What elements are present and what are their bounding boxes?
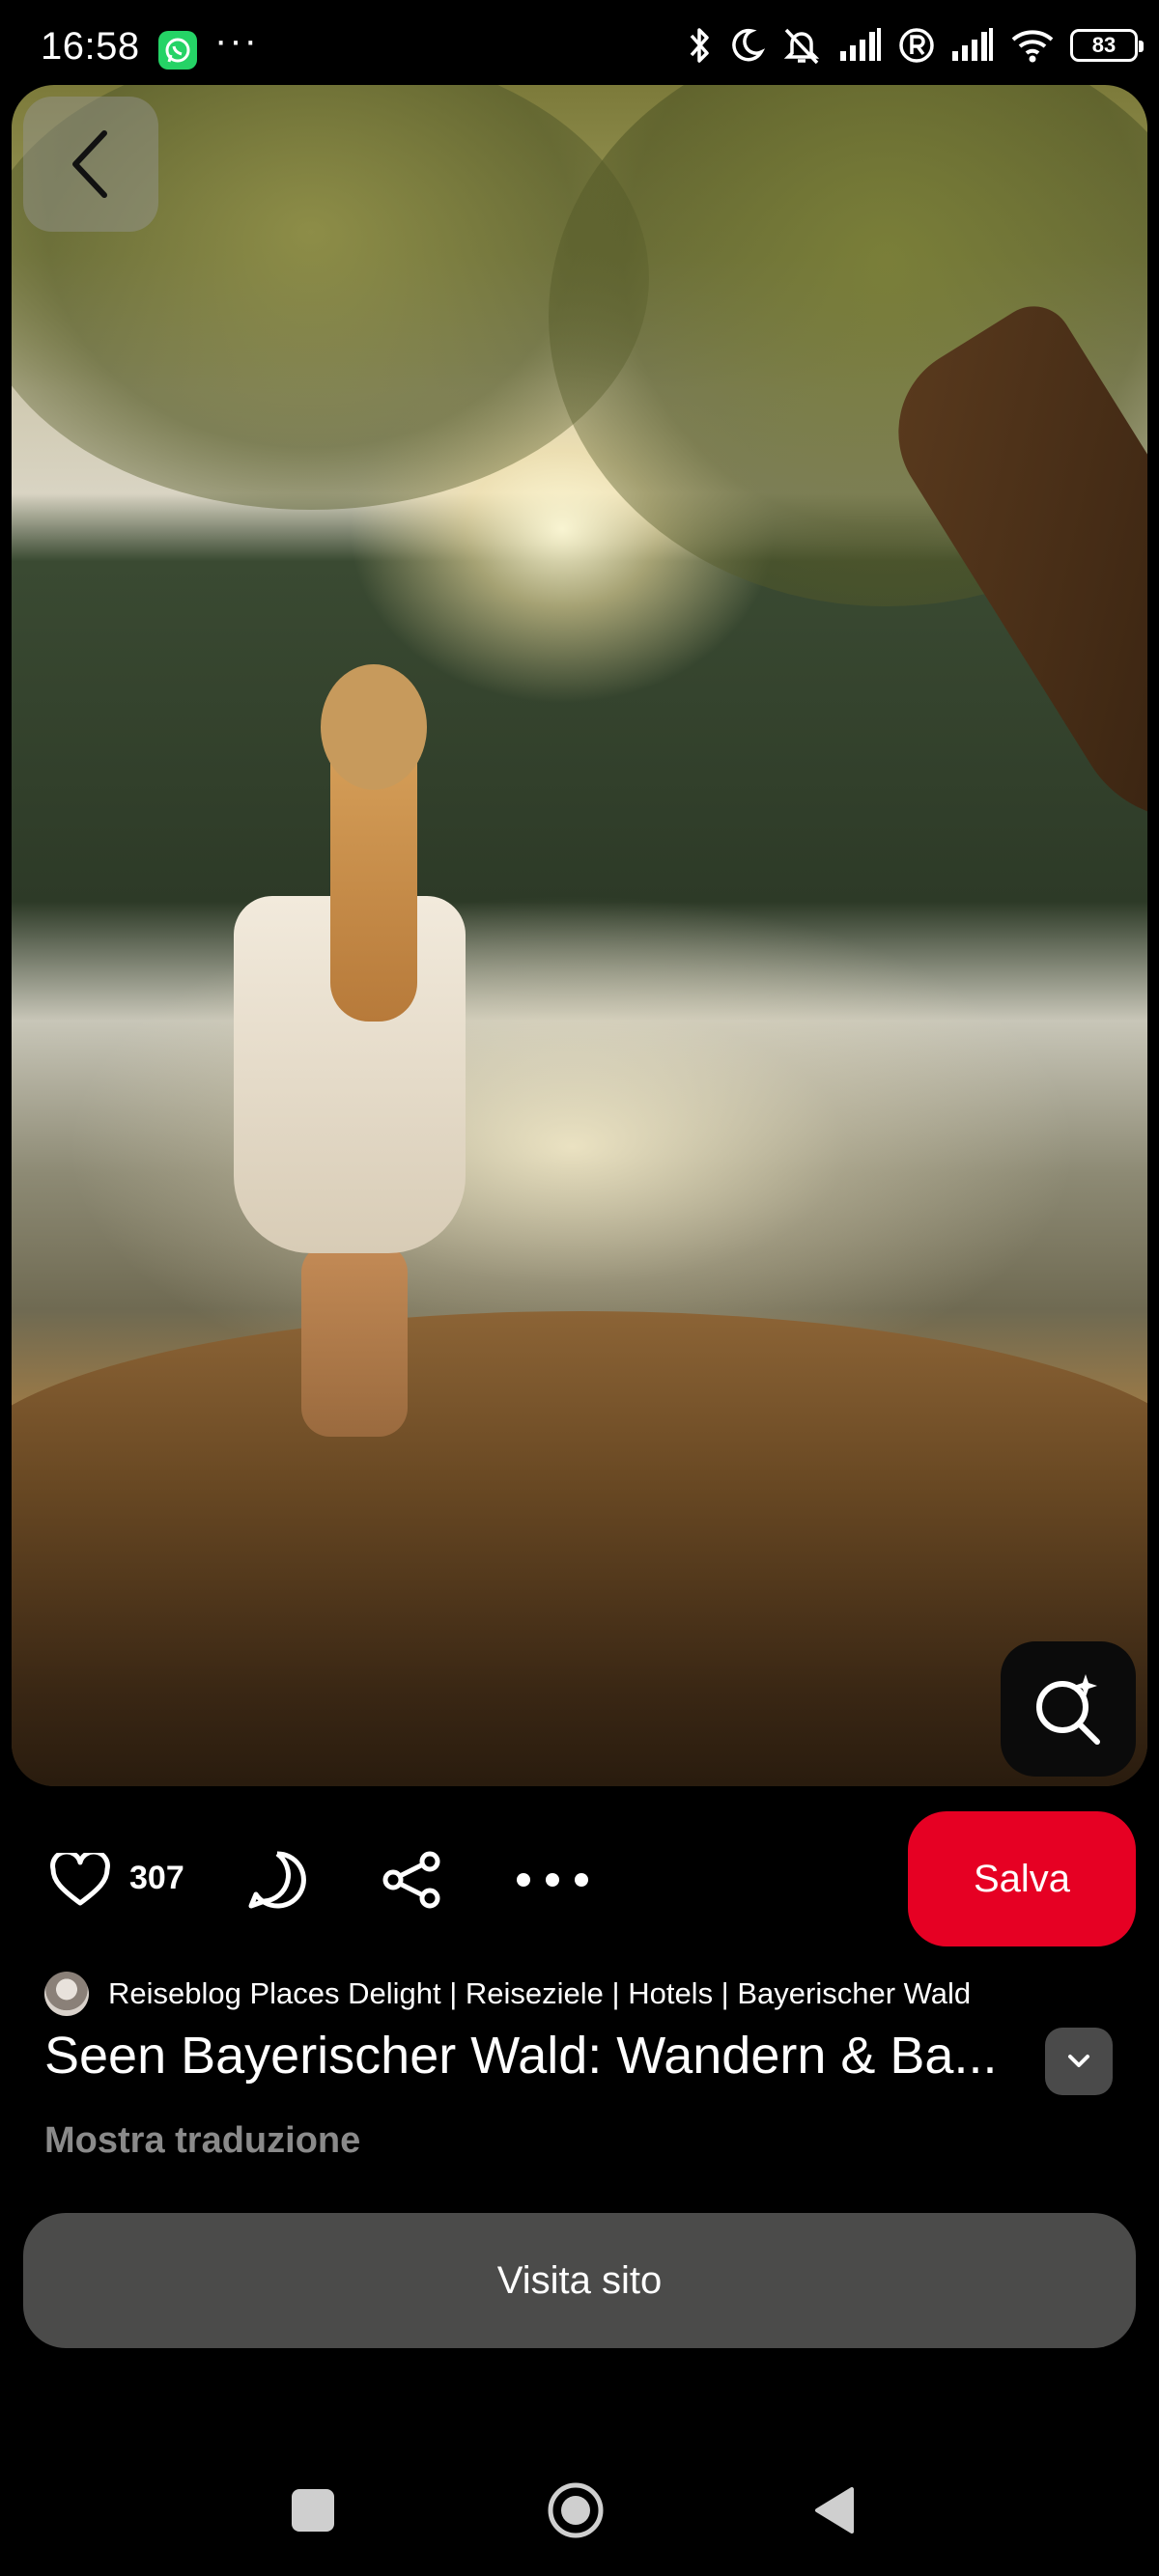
- signal-icon: [952, 28, 993, 61]
- pin-image[interactable]: [12, 85, 1147, 1786]
- back-nav-button[interactable]: [813, 2485, 856, 2535]
- moon-icon: [732, 28, 765, 62]
- avatar[interactable]: [44, 1972, 89, 2016]
- action-bar: 307 Salva: [0, 1811, 1159, 1946]
- system-navigation-bar: [0, 2452, 1159, 2576]
- visual-search-icon: [1036, 1674, 1100, 1745]
- chevron-left-icon: [72, 130, 107, 198]
- creator-name[interactable]: Reiseblog Places Delight | Reiseziele | …: [108, 1976, 971, 2011]
- heart-icon: [50, 1853, 110, 1906]
- show-translation-link[interactable]: Mostra traduzione: [44, 2120, 360, 2162]
- visual-search-button[interactable]: [1001, 1641, 1136, 1777]
- more-icon: [517, 1873, 588, 1887]
- wifi-icon: [1011, 30, 1054, 63]
- back-button[interactable]: [23, 97, 158, 232]
- status-time: 16:58: [41, 25, 140, 68]
- bluetooth-icon: [690, 28, 709, 63]
- chevron-down-icon: [1068, 2055, 1089, 2067]
- notification-dots: ···: [214, 19, 259, 62]
- creator-row[interactable]: Reiseblog Places Delight | Reiseziele | …: [44, 1970, 1117, 2018]
- visit-site-button[interactable]: Visita sito: [23, 2213, 1136, 2348]
- like-button[interactable]: [46, 1846, 114, 1914]
- share-button[interactable]: [379, 1846, 446, 1914]
- pin-title: Seen Bayerischer Wald: Wandern & Ba...: [44, 2027, 998, 2085]
- status-icons: 83: [688, 21, 1144, 70]
- battery-icon: 83: [1070, 29, 1144, 62]
- recents-button[interactable]: [292, 2489, 334, 2532]
- home-button[interactable]: [547, 2481, 605, 2539]
- share-icon: [382, 1851, 440, 1909]
- expand-description-button[interactable]: [1045, 2028, 1113, 2095]
- more-options-button[interactable]: [514, 1846, 591, 1914]
- save-button[interactable]: Salva: [908, 1811, 1136, 1946]
- woman-figure: [176, 664, 466, 1437]
- whatsapp-icon: [158, 31, 197, 70]
- comment-button[interactable]: [243, 1846, 311, 1914]
- registered-icon: [899, 28, 934, 63]
- comment-icon: [248, 1851, 306, 1909]
- signal-icon: [840, 28, 881, 61]
- like-count: 307: [129, 1860, 184, 1896]
- alarm-off-icon: [783, 28, 820, 65]
- status-bar: 16:58 ··· 83: [0, 0, 1159, 87]
